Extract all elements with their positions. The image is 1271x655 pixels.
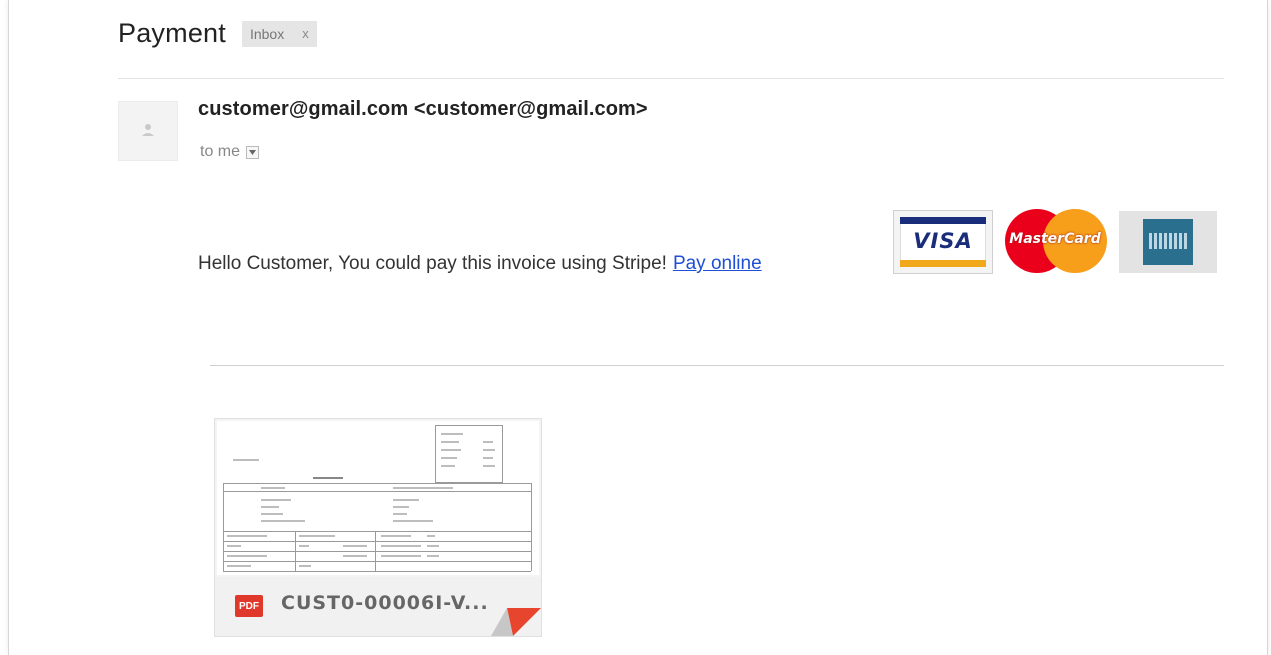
attachments-divider — [210, 365, 1224, 366]
remove-label-button[interactable]: x — [302, 26, 309, 41]
chevron-down-icon — [249, 149, 257, 155]
page-fold-icon — [491, 608, 541, 636]
attachment-filename: CUST0-00006I-V... — [281, 592, 489, 614]
pay-online-link[interactable]: Pay online — [673, 253, 762, 275]
recipient-text: to me — [200, 143, 241, 160]
attachment-footer: PDF CUST0-00006I-V... — [215, 577, 541, 636]
pdf-attachment-card[interactable]: PDF CUST0-00006I-V... — [214, 418, 542, 637]
email-subject: Payment — [118, 18, 226, 48]
subject-header: Payment Inbox x — [118, 18, 317, 49]
pdf-file-icon: PDF — [235, 595, 263, 617]
visa-logo-text: VISA — [913, 229, 973, 253]
body-text: Hello Customer, You could pay this invoi… — [198, 253, 667, 274]
email-body-line: Hello Customer, You could pay this invoi… — [198, 253, 762, 275]
label-text: Inbox — [249, 25, 285, 42]
inbox-label-chip[interactable]: Inbox x — [241, 20, 317, 47]
show-details-toggle[interactable] — [246, 145, 260, 159]
recipient-row: to me — [200, 143, 260, 161]
visa-logo: VISA — [893, 210, 993, 274]
sender-address: customer@gmail.com <customer@gmail.com> — [198, 98, 648, 120]
card-logos: VISA MasterCard — [893, 207, 1217, 277]
avatar[interactable] — [118, 101, 178, 161]
mastercard-logo-text: MasterCard — [1009, 231, 1101, 247]
american-express-logo — [1119, 211, 1217, 273]
invoice-thumbnail — [217, 421, 539, 575]
mastercard-logo: MasterCard — [999, 207, 1111, 277]
person-icon — [142, 124, 154, 136]
header-divider — [118, 78, 1224, 79]
